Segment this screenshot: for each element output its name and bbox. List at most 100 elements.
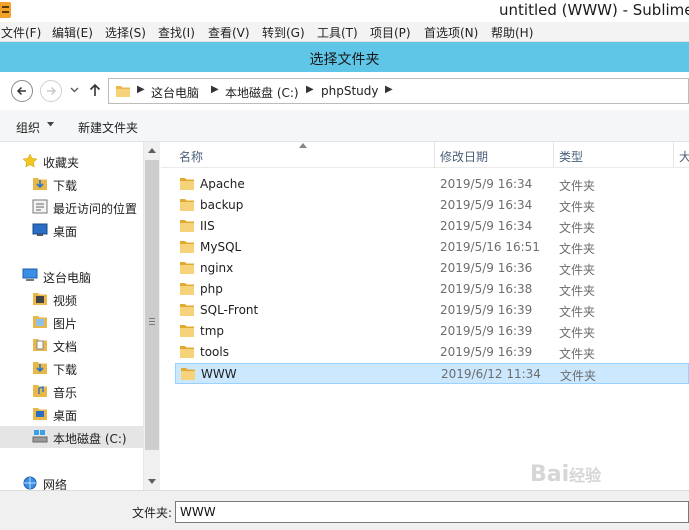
folder-icon	[116, 86, 130, 97]
menu-tools[interactable]: 工具(T)	[317, 24, 358, 41]
file-row[interactable]: SQL-Front 2019/5/9 16:39 文件夹	[175, 300, 689, 321]
recent-locations-dropdown-icon[interactable]	[70, 87, 79, 93]
nav-pc-videos[interactable]: 视频	[0, 288, 143, 310]
documents-folder-icon	[33, 339, 47, 351]
new-folder-button[interactable]: 新建文件夹	[78, 119, 138, 136]
nav-pc-music[interactable]: 音乐	[0, 380, 143, 402]
file-row[interactable]: tmp 2019/5/9 16:39 文件夹	[175, 321, 689, 342]
nav-pc-local-disk[interactable]: 本地磁盘 (C:)	[0, 426, 143, 448]
menu-edit[interactable]: 编辑(E)	[52, 24, 93, 41]
file-row[interactable]: MySQL 2019/5/16 16:51 文件夹	[175, 237, 689, 258]
folder-icon	[180, 178, 194, 190]
menu-project[interactable]: 项目(P)	[370, 24, 411, 41]
breadcrumb-chevron-icon[interactable]: ▶	[211, 84, 219, 95]
breadcrumb-chevron-icon[interactable]: ▶	[385, 84, 393, 95]
file-modified: 2019/5/9 16:34	[440, 177, 533, 191]
menu-goto[interactable]: 转到(G)	[262, 24, 305, 41]
breadcrumb-this-pc[interactable]: 这台电脑	[151, 84, 199, 101]
recent-places-icon	[32, 199, 48, 214]
nav-favorites-downloads[interactable]: 下载	[0, 173, 143, 195]
file-row[interactable]: backup 2019/5/9 16:34 文件夹	[175, 195, 689, 216]
folder-icon	[180, 304, 194, 316]
pictures-folder-icon	[33, 316, 47, 328]
folder-icon	[180, 325, 194, 337]
nav-this-pc[interactable]: 这台电脑	[0, 265, 143, 287]
nav-pc-documents[interactable]: 文档	[0, 334, 143, 356]
file-modified: 2019/5/9 16:36	[440, 261, 533, 275]
back-button[interactable]	[11, 80, 33, 102]
breadcrumb-chevron-icon[interactable]: ▶	[306, 84, 314, 95]
file-name: Apache	[200, 177, 245, 191]
file-name: MySQL	[200, 240, 242, 254]
column-type[interactable]: 类型	[559, 148, 583, 165]
sublime-logo-icon	[0, 2, 11, 18]
folder-icon	[180, 199, 194, 211]
breadcrumb-local-disk[interactable]: 本地磁盘 (C:)	[225, 84, 299, 101]
column-size[interactable]: 大	[679, 148, 689, 165]
nav-pc-downloads[interactable]: 下载	[0, 357, 143, 379]
column-divider[interactable]	[553, 142, 554, 168]
app-title-bar: untitled (WWW) - Sublime	[0, 0, 689, 22]
menu-selection[interactable]: 选择(S)	[105, 24, 146, 41]
file-type: 文件夹	[559, 326, 596, 340]
dialog-title: 选择文件夹	[309, 52, 380, 68]
downloads-folder-icon	[33, 178, 47, 190]
file-row[interactable]: nginx 2019/5/9 16:36 文件夹	[175, 258, 689, 279]
nav-pc-pictures[interactable]: 图片	[0, 311, 143, 333]
navigation-pane-scrollbar[interactable]	[143, 142, 160, 490]
arrow-left-icon	[16, 86, 26, 96]
scroll-down-arrow-icon[interactable]	[148, 479, 156, 484]
menu-find[interactable]: 查找(I)	[158, 24, 195, 41]
star-icon	[22, 153, 38, 168]
dialog-toolbar: 组织 新建文件夹	[0, 110, 689, 142]
organize-button[interactable]: 组织	[16, 119, 40, 136]
breadcrumb-chevron-icon[interactable]: ▶	[137, 84, 145, 95]
column-header-row: 名称 修改日期 类型 大	[161, 142, 689, 168]
file-name: php	[200, 282, 223, 296]
file-row[interactable]: tools 2019/5/9 16:39 文件夹	[175, 342, 689, 363]
select-folder-dialog: 选择文件夹 ▶ 这台电脑 ▶ 本地磁盘 (C:) ▶ phpStudy ▶ 组织…	[0, 42, 689, 530]
scrollbar-thumb[interactable]	[145, 160, 159, 450]
menu-file[interactable]: 文件(F)	[1, 24, 41, 41]
nav-favorites-recent[interactable]: 最近访问的位置	[0, 196, 143, 218]
nav-network[interactable]: 网络	[0, 472, 143, 490]
column-divider[interactable]	[434, 142, 435, 168]
navigation-row: ▶ 这台电脑 ▶ 本地磁盘 (C:) ▶ phpStudy ▶	[0, 72, 689, 110]
desktop-folder-icon	[33, 408, 47, 420]
file-type: 文件夹	[559, 242, 596, 256]
folder-name-input[interactable]	[175, 501, 689, 523]
menu-view[interactable]: 查看(V)	[208, 24, 250, 41]
up-arrow-icon[interactable]	[88, 82, 102, 98]
file-row-selected[interactable]: WWW 2019/6/12 11:34 文件夹	[175, 363, 689, 384]
column-name[interactable]: 名称	[179, 148, 203, 165]
nav-pc-desktop[interactable]: 桌面	[0, 403, 143, 425]
file-row[interactable]: php 2019/5/9 16:38 文件夹	[175, 279, 689, 300]
folder-icon	[181, 368, 195, 380]
file-name: nginx	[200, 261, 234, 275]
file-type: 文件夹	[559, 263, 596, 277]
nav-favorites[interactable]: 收藏夹	[0, 150, 143, 172]
column-modified[interactable]: 修改日期	[440, 148, 488, 165]
column-divider[interactable]	[673, 142, 674, 168]
file-modified: 2019/5/9 16:34	[440, 198, 533, 212]
file-type: 文件夹	[559, 284, 596, 298]
file-modified: 2019/5/9 16:39	[440, 345, 533, 359]
chevron-down-icon	[47, 122, 54, 127]
file-modified: 2019/5/16 16:51	[440, 240, 540, 254]
breadcrumb-phpstudy[interactable]: phpStudy	[321, 84, 379, 98]
file-row[interactable]: IIS 2019/5/9 16:34 文件夹	[175, 216, 689, 237]
scroll-up-arrow-icon[interactable]	[148, 148, 156, 153]
scrollbar-grip-icon	[149, 318, 155, 319]
navigation-pane: 收藏夹 下载 最近访问的位置 桌面 这台电脑 视频 图片 文档 下载 音乐 桌面…	[0, 142, 160, 490]
folder-icon	[180, 283, 194, 295]
address-bar[interactable]: ▶ 这台电脑 ▶ 本地磁盘 (C:) ▶ phpStudy ▶	[108, 78, 689, 104]
file-type: 文件夹	[559, 179, 596, 193]
nav-favorites-desktop[interactable]: 桌面	[0, 219, 143, 241]
folder-icon	[180, 262, 194, 274]
file-row[interactable]: Apache 2019/5/9 16:34 文件夹	[175, 174, 689, 195]
menu-help[interactable]: 帮助(H)	[491, 24, 533, 41]
music-folder-icon	[33, 385, 47, 397]
folder-field-row: 文件夹:	[0, 490, 689, 530]
menu-preferences[interactable]: 首选项(N)	[424, 24, 478, 41]
forward-button[interactable]	[40, 80, 62, 102]
